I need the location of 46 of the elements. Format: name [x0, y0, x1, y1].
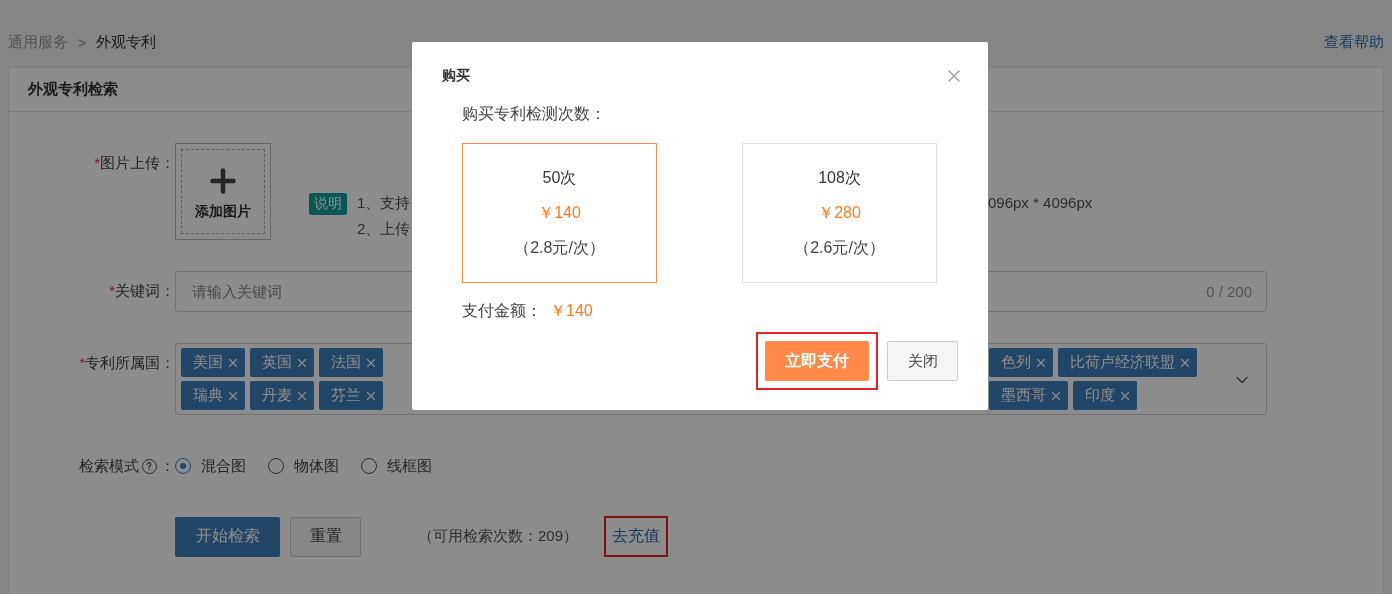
pay-button[interactable]: 立即支付: [765, 341, 869, 381]
field-label: *关键词：: [109, 281, 175, 301]
remaining-count: （可用检索次数：209）: [418, 527, 579, 546]
dialog-subtitle: 购买专利检测次数：: [462, 104, 607, 124]
country-tag[interactable]: 美国: [181, 348, 245, 377]
mode-option[interactable]: 物体图: [268, 456, 339, 476]
country-tag[interactable]: 比荷卢经济联盟: [1058, 348, 1197, 377]
reset-button[interactable]: 重置: [290, 516, 361, 557]
country-tag[interactable]: 芬兰: [319, 381, 383, 410]
note-text: 096px * 4096px: [988, 193, 1093, 213]
char-counter: 0 / 200: [1206, 283, 1252, 300]
country-tag[interactable]: 英国: [250, 348, 314, 377]
field-label: 检索模式: [79, 456, 139, 476]
country-tag[interactable]: 色列: [989, 348, 1053, 377]
package-price: ￥140: [538, 202, 581, 223]
country-tag[interactable]: 法国: [319, 348, 383, 377]
unit-price: （2.8元/次）: [514, 237, 605, 258]
mode-option[interactable]: 线框图: [361, 456, 432, 476]
amount-label: 支付金额：: [462, 301, 542, 321]
label-colon: ：: [160, 456, 175, 476]
note-badge: 说明: [309, 193, 347, 215]
package-option[interactable]: 108次 ￥280 （2.6元/次）: [742, 143, 937, 283]
amount-value: ￥140: [550, 301, 593, 321]
add-image-button[interactable]: 添加图片: [181, 149, 265, 234]
field-label: *图片上传：: [94, 153, 175, 173]
search-button[interactable]: 开始检索: [175, 516, 280, 557]
close-button[interactable]: 关闭: [887, 341, 958, 381]
recharge-link[interactable]: 去充值: [604, 516, 669, 557]
breadcrumb-item[interactable]: 外观专利: [96, 33, 157, 52]
note-text: 1、支持: [357, 193, 411, 213]
country-tag[interactable]: 印度: [1073, 381, 1137, 410]
breadcrumb-separator: >: [78, 34, 87, 51]
field-label: *专利所属国：: [79, 353, 175, 373]
package-count: 108次: [818, 167, 861, 188]
country-tag[interactable]: 墨西哥: [989, 381, 1068, 410]
mode-option[interactable]: 混合图: [175, 456, 246, 476]
package-option[interactable]: 50次 ￥140 （2.8元/次）: [462, 143, 657, 283]
panel-title: 外观专利检索: [28, 80, 118, 99]
package-count: 50次: [542, 167, 577, 188]
package-price: ￥280: [818, 202, 861, 223]
country-tag[interactable]: 瑞典: [181, 381, 245, 410]
help-link[interactable]: 查看帮助: [1324, 33, 1384, 52]
country-tag[interactable]: 丹麦: [250, 381, 314, 410]
dialog-title: 购买: [442, 67, 470, 85]
note-text: 2、上传: [357, 219, 411, 239]
unit-price: （2.6元/次）: [794, 237, 885, 258]
